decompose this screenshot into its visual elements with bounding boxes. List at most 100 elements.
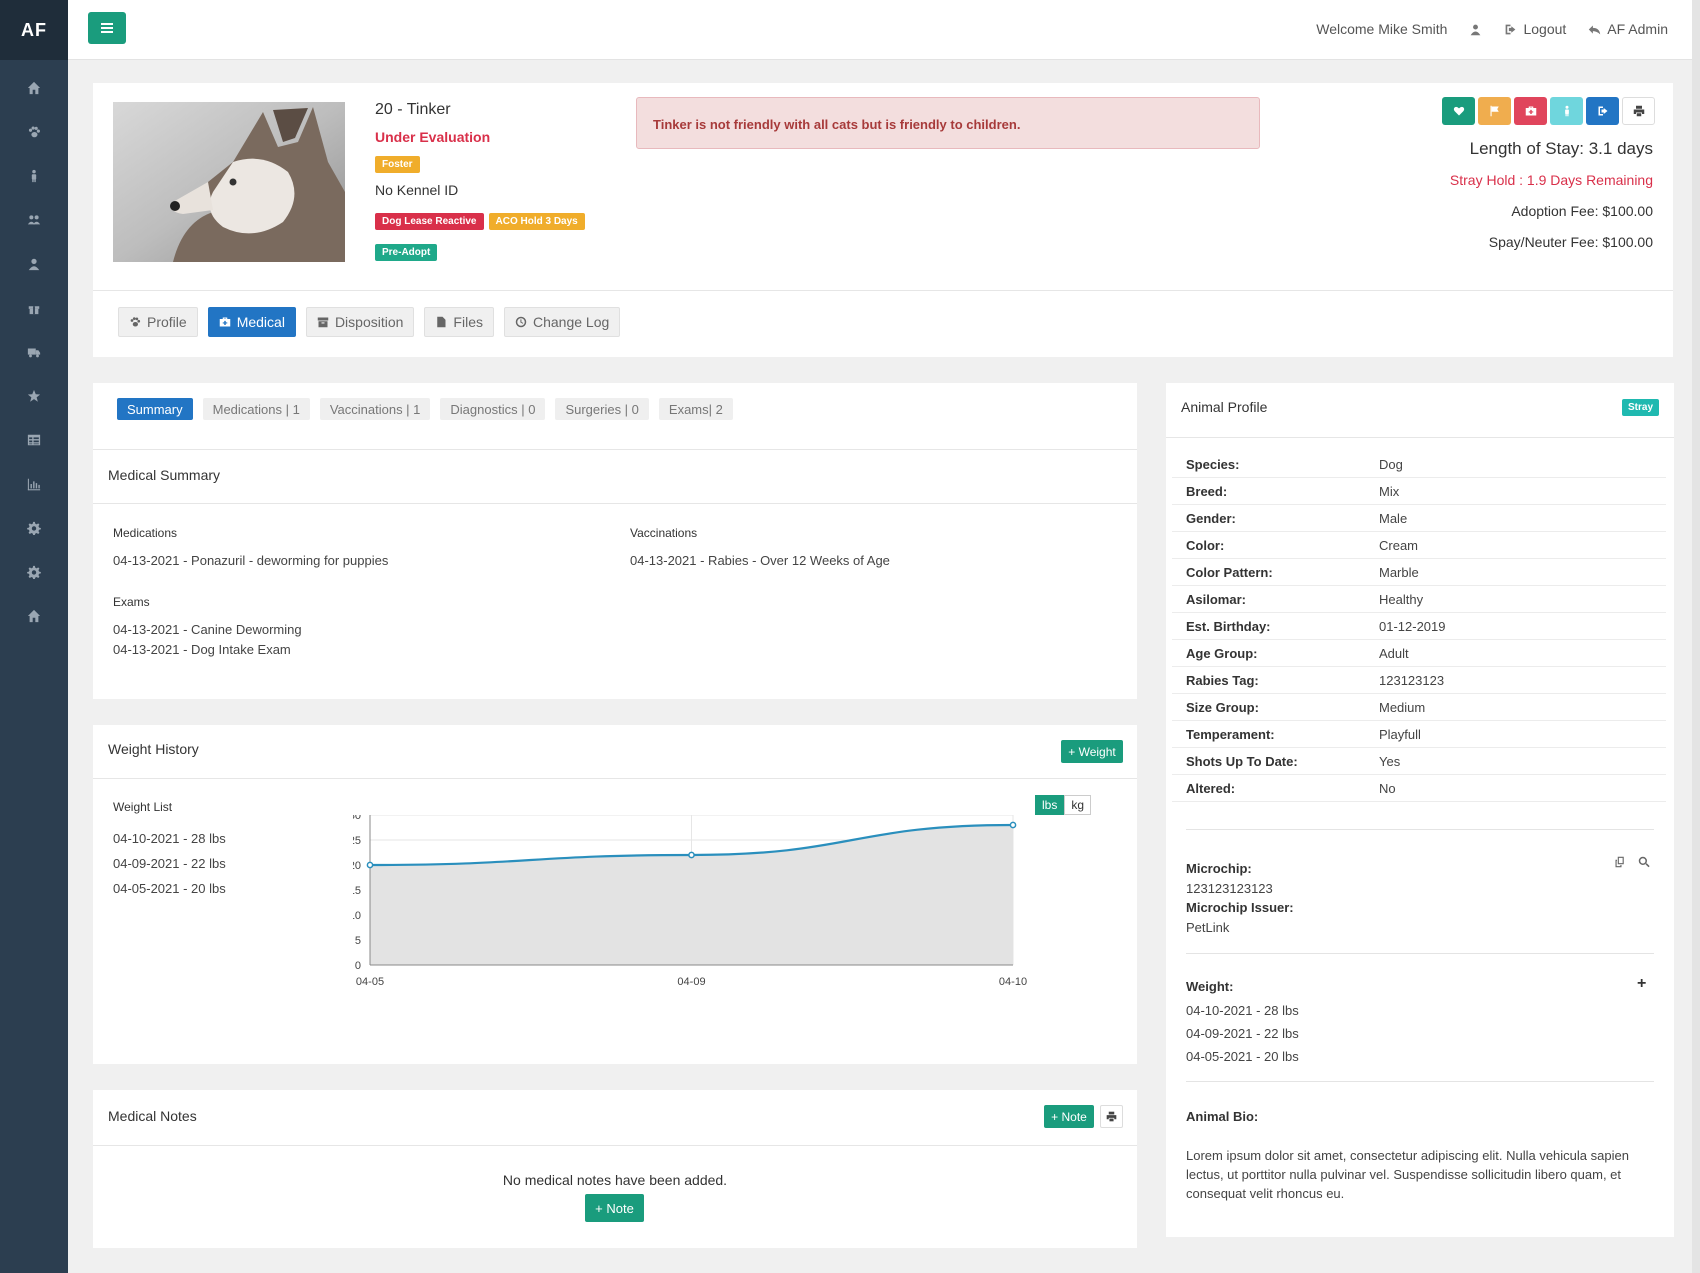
tab-profile[interactable]: Profile bbox=[118, 307, 198, 337]
sidebar-item-animals[interactable] bbox=[0, 110, 68, 154]
animal-bio-text: Lorem ipsum dolor sit amet, consectetur … bbox=[1186, 1148, 1629, 1201]
profile-row-value: Cream bbox=[1379, 537, 1419, 553]
divider bbox=[1186, 829, 1654, 830]
medical-notes-card: Medical Notes + Note No medical notes ha… bbox=[93, 1090, 1137, 1248]
profile-row-key: Asilomar: bbox=[1186, 591, 1246, 607]
sidebar-item-grid[interactable] bbox=[0, 418, 68, 462]
subtab-summary[interactable]: Summary bbox=[117, 398, 193, 420]
divider bbox=[1186, 953, 1654, 954]
sidebar-item-reports[interactable] bbox=[0, 462, 68, 506]
tag-aco-hold: ACO Hold 3 Days bbox=[488, 213, 585, 230]
unit-lbs-button[interactable]: lbs bbox=[1035, 795, 1065, 815]
add-note-button[interactable]: + Note bbox=[1044, 1105, 1094, 1128]
logout-link[interactable]: Logout bbox=[1504, 21, 1566, 37]
sidebar-item-settings[interactable] bbox=[0, 506, 68, 550]
copy-microchip-button[interactable] bbox=[1614, 855, 1626, 871]
sign-out-icon bbox=[1598, 106, 1607, 116]
menu-toggle-button[interactable] bbox=[88, 12, 126, 44]
chart-y-tick-label: 20 bbox=[353, 860, 361, 872]
person-button[interactable] bbox=[1550, 97, 1583, 125]
settings-icon bbox=[27, 521, 41, 535]
person-icon bbox=[31, 169, 37, 183]
tab-files[interactable]: Files bbox=[424, 307, 494, 337]
sidebar-item-transport[interactable] bbox=[0, 330, 68, 374]
subtab-diagnostics[interactable]: Diagnostics | 0 bbox=[440, 398, 546, 420]
profile-row-key: Color Pattern: bbox=[1186, 564, 1273, 580]
profile-row-value: Yes bbox=[1379, 753, 1401, 769]
profile-row-value: Marble bbox=[1379, 564, 1419, 580]
add-note-center-button[interactable]: + Note bbox=[585, 1194, 644, 1222]
tab-medical[interactable]: Medical bbox=[207, 307, 296, 337]
sidebar-item-person[interactable] bbox=[0, 154, 68, 198]
sidebar: AF bbox=[0, 0, 68, 1273]
animal-header-card: 20 - Tinker Under Evaluation Foster No K… bbox=[93, 83, 1673, 357]
favorite-button[interactable] bbox=[1442, 97, 1475, 125]
profile-row-value: Dog bbox=[1379, 456, 1403, 472]
sidebar-item-gift[interactable] bbox=[0, 286, 68, 330]
settings-icon bbox=[27, 565, 41, 579]
sidebar-item-home[interactable] bbox=[0, 66, 68, 110]
dog-photo-illustration bbox=[113, 102, 345, 262]
profile-row-value: Healthy bbox=[1379, 591, 1424, 607]
divider bbox=[93, 778, 1137, 779]
tab-disposition[interactable]: Disposition bbox=[305, 307, 415, 337]
top-nav: Welcome Mike Smith Logout AF Admin bbox=[1316, 0, 1668, 58]
divider bbox=[93, 290, 1673, 291]
sidebar-item-user[interactable] bbox=[0, 242, 68, 286]
transfer-out-button[interactable] bbox=[1586, 97, 1619, 125]
profile-row-key: Size Group: bbox=[1186, 699, 1259, 715]
flag-button[interactable] bbox=[1478, 97, 1511, 125]
tab-label: Medical bbox=[236, 314, 285, 330]
sidebar-item-shelter[interactable] bbox=[0, 594, 68, 638]
profile-link[interactable] bbox=[1469, 23, 1482, 36]
print-notes-button[interactable] bbox=[1100, 1105, 1123, 1128]
user-icon bbox=[28, 258, 40, 271]
subtab-exams[interactable]: Exams| 2 bbox=[658, 398, 733, 420]
add-weight-plus-button[interactable]: + bbox=[1637, 975, 1646, 993]
print-button[interactable] bbox=[1622, 97, 1655, 125]
sidebar-nav bbox=[0, 60, 68, 638]
unit-kg-button[interactable]: kg bbox=[1064, 795, 1092, 815]
add-weight-button[interactable]: + Weight bbox=[1061, 740, 1123, 763]
profile-row-key: Breed: bbox=[1186, 483, 1228, 499]
people-icon bbox=[27, 215, 41, 225]
adoption-fee: Adoption Fee: $100.00 bbox=[1511, 203, 1653, 219]
sidebar-item-favorites[interactable] bbox=[0, 374, 68, 418]
chart-x-tick-label: 04-09 bbox=[677, 976, 705, 988]
tag-dog-lease-reactive: Dog Lease Reactive bbox=[375, 213, 484, 230]
flag-icon bbox=[1490, 105, 1499, 117]
lookup-microchip-button[interactable] bbox=[1638, 855, 1650, 871]
sidebar-item-people[interactable] bbox=[0, 198, 68, 242]
temperament-alert: Tinker is not friendly with all cats but… bbox=[636, 97, 1260, 149]
profile-row-key: Est. Birthday: bbox=[1186, 618, 1271, 634]
chart-point bbox=[688, 851, 695, 859]
weight-label: Weight: bbox=[1186, 979, 1234, 994]
paw-icon bbox=[28, 126, 40, 138]
profile-row-value: Mix bbox=[1379, 483, 1400, 499]
app-logo[interactable]: AF bbox=[0, 0, 68, 60]
admin-label: AF Admin bbox=[1607, 21, 1668, 37]
divider bbox=[1166, 437, 1674, 438]
profile-row-key: Color: bbox=[1186, 537, 1225, 553]
subtab-vaccinations[interactable]: Vaccinations | 1 bbox=[319, 398, 431, 420]
search-icon bbox=[1638, 856, 1650, 868]
page-scrollbar[interactable] bbox=[1692, 0, 1700, 1273]
profile-row-value: Playfull bbox=[1379, 726, 1421, 742]
animal-status: Under Evaluation bbox=[375, 129, 491, 145]
medical-subtabs: Summary Medications | 1 Vaccinations | 1… bbox=[117, 398, 733, 420]
admin-link[interactable]: AF Admin bbox=[1588, 21, 1668, 37]
stray-badge: Stray bbox=[1621, 399, 1659, 416]
profile-row-value: No bbox=[1379, 780, 1396, 796]
profile-row-value: 01-12-2019 bbox=[1379, 618, 1446, 634]
file-icon bbox=[437, 316, 446, 328]
subtab-medications[interactable]: Medications | 1 bbox=[202, 398, 310, 420]
person-icon bbox=[1564, 105, 1569, 117]
medical-button[interactable] bbox=[1514, 97, 1547, 125]
subtab-surgeries[interactable]: Surgeries | 0 bbox=[555, 398, 649, 420]
profile-row: Species: Dog bbox=[1172, 451, 1666, 478]
sidebar-item-settings-2[interactable] bbox=[0, 550, 68, 594]
medical-summary-title: Medical Summary bbox=[108, 467, 221, 483]
tab-change-log[interactable]: Change Log bbox=[503, 307, 621, 337]
profile-row: Gender: Male bbox=[1172, 505, 1666, 532]
hamburger-icon bbox=[101, 23, 113, 33]
